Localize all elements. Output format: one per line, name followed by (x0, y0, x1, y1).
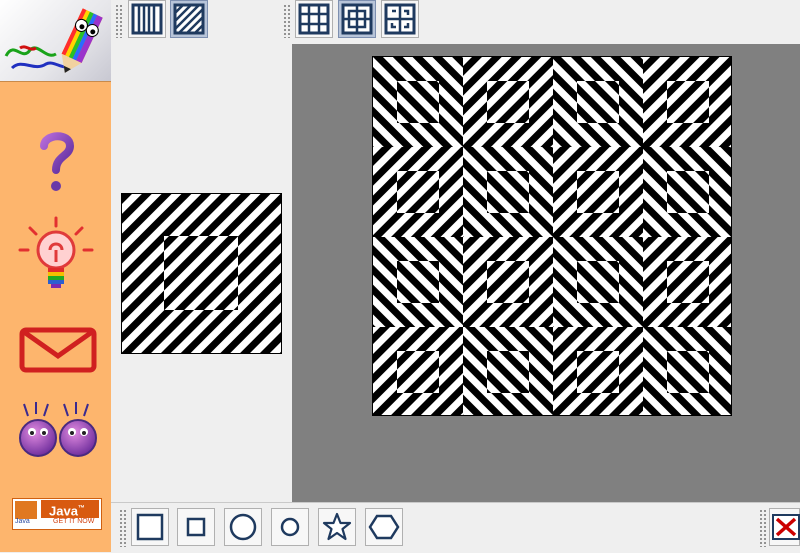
tile-preview[interactable] (121, 193, 282, 354)
top-toolbar (111, 0, 800, 45)
java-sub-left: Java (15, 518, 30, 525)
toolbar-grip[interactable] (119, 509, 127, 547)
star-icon[interactable] (318, 508, 356, 546)
large-square-icon[interactable] (131, 508, 169, 546)
vertical-stripes-icon[interactable] (128, 0, 166, 38)
bottom-toolbar (111, 502, 800, 553)
mirror-tiling-icon[interactable] (338, 0, 376, 38)
toolbar-grip[interactable] (283, 4, 291, 38)
small-circle-icon[interactable] (271, 508, 309, 546)
java-badge[interactable]: Java™ Java GET IT NOW (12, 498, 102, 530)
pencil-drawing-logo-icon (0, 0, 111, 82)
diagonal-stripes-icon[interactable] (170, 0, 208, 38)
java-sub-right: GET IT NOW (53, 518, 95, 525)
canvas-area (292, 44, 800, 502)
sidebar: Java™ Java GET IT NOW (0, 0, 111, 552)
tile-preview-panel (111, 44, 293, 502)
hexagon-icon[interactable] (365, 508, 403, 546)
large-circle-icon[interactable] (224, 508, 262, 546)
envelope-icon[interactable] (18, 316, 98, 386)
question-mark-icon[interactable] (16, 128, 96, 198)
small-square-icon[interactable] (177, 508, 215, 546)
close-icon[interactable] (769, 508, 800, 546)
toolbar-grip[interactable] (115, 4, 123, 38)
rotate-tiling-icon[interactable] (381, 0, 419, 38)
java-brand: Java (49, 503, 78, 519)
java-tm: ™ (77, 505, 85, 512)
pattern-canvas[interactable] (372, 56, 732, 416)
lightbulb-icon[interactable] (16, 216, 96, 288)
toolbar-grip[interactable] (759, 509, 767, 547)
java-cup-icon (15, 501, 37, 519)
googly-eyes-icon[interactable] (16, 398, 97, 468)
grid-tiling-icon[interactable] (295, 0, 333, 38)
